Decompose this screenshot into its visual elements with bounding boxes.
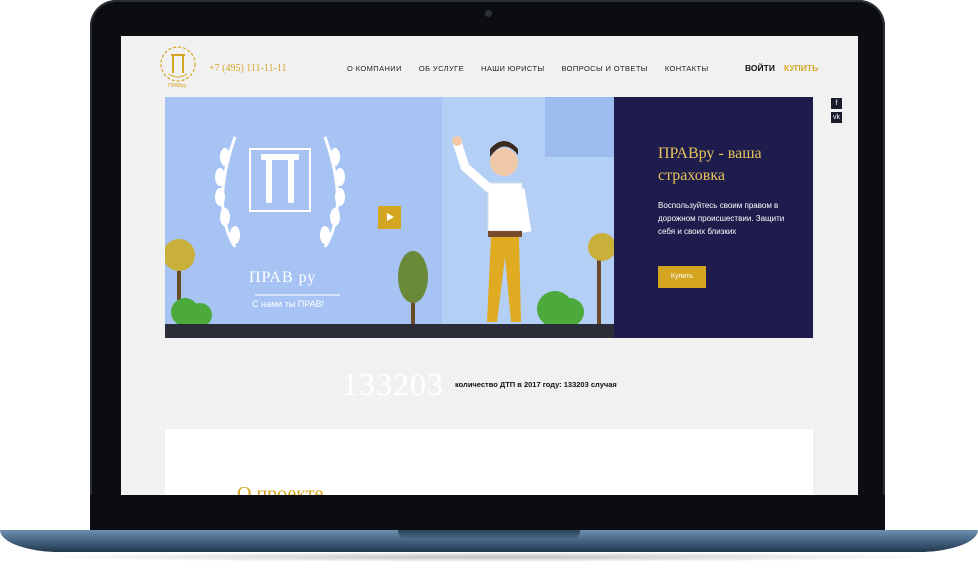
site-header: ПРАВру +7 (495) 111-11-11 О компании Об … <box>121 36 858 98</box>
laptop-bezel-bottom <box>90 495 885 530</box>
website-screen: ПРАВру +7 (495) 111-11-11 О компании Об … <box>121 36 858 495</box>
accident-count-number: 133203 <box>342 366 444 402</box>
laptop-notch <box>398 530 580 539</box>
promo-video[interactable]: ПРАВ ру С нами ты ПРАВ! <box>165 97 614 338</box>
nav-item-contacts[interactable]: Контакты <box>665 64 709 73</box>
about-title: О проекте <box>237 483 324 495</box>
hero-title: ПРАВру - ваша страховка <box>658 145 762 184</box>
social-links: f vk <box>831 98 842 126</box>
logo-caption: ПРАВру <box>168 83 187 89</box>
hero-offer-panel: ПРАВру - ваша страховка Воспользуйтесь с… <box>614 97 813 338</box>
nav-item-company[interactable]: О компании <box>347 64 402 73</box>
phone-number[interactable]: +7 (495) 111-11-11 <box>209 63 286 74</box>
nav-item-lawyers[interactable]: Наши юристы <box>481 64 545 73</box>
video-control-bar[interactable] <box>165 324 614 338</box>
laptop-mockup: ПРАВру +7 (495) 111-11-11 О компании Об … <box>0 0 978 568</box>
logo[interactable]: ПРАВру <box>158 44 198 92</box>
login-link[interactable]: ВОЙТИ <box>745 63 775 73</box>
accident-count-caption: количество ДТП в 2017 году: 133203 случа… <box>455 380 617 389</box>
laurel-wreath-icon <box>221 136 339 248</box>
vk-icon[interactable]: vk <box>831 112 842 123</box>
hero-section: ПРАВ ру С нами ты ПРАВ! ПРАВру - ваша ст… <box>165 97 813 338</box>
hero-buy-button[interactable]: Купить <box>658 266 706 288</box>
play-button[interactable] <box>378 206 401 229</box>
video-logo-title: ПРАВ ру <box>249 269 317 286</box>
laptop-shadow <box>30 552 948 562</box>
buy-link[interactable]: КУПИТЬ <box>784 63 818 73</box>
nav-item-faq[interactable]: Вопросы и ответы <box>562 64 648 73</box>
facebook-icon[interactable]: f <box>831 98 842 109</box>
video-logo-slogan: С нами ты ПРАВ! <box>252 299 325 309</box>
main-nav: О компании Об услуге Наши юристы Вопросы… <box>347 64 726 73</box>
hero-text: Воспользуйтесь своим правом в дорожном п… <box>658 201 785 236</box>
camera-icon <box>485 10 492 17</box>
nav-item-service[interactable]: Об услуге <box>419 64 464 73</box>
